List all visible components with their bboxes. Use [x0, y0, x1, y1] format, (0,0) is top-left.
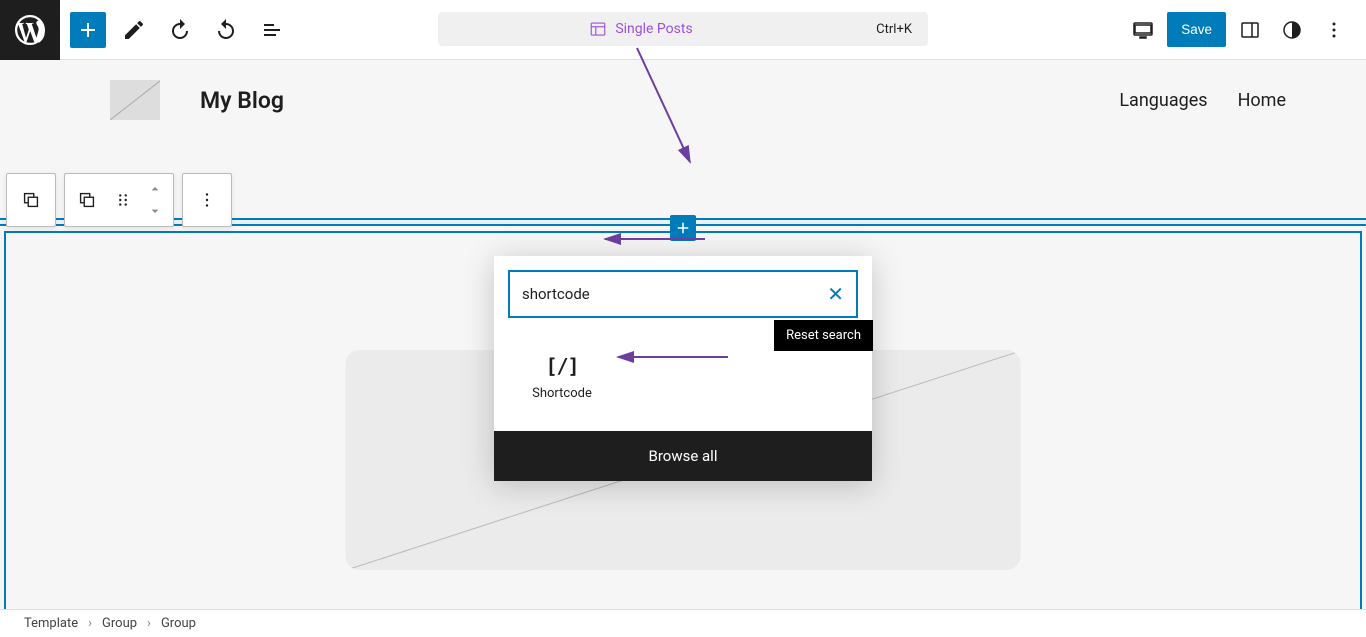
- save-button[interactable]: Save: [1167, 12, 1226, 47]
- options-button[interactable]: [1316, 12, 1352, 48]
- settings-sidebar-toggle[interactable]: [1232, 12, 1268, 48]
- parent-block-selector[interactable]: [6, 173, 56, 227]
- template-selector-area: Single Posts Ctrl+K: [438, 12, 928, 46]
- more-vertical-icon: [196, 189, 218, 211]
- list-view-icon: [260, 18, 284, 42]
- template-chip[interactable]: Single Posts Ctrl+K: [438, 12, 928, 46]
- template-label: Single Posts: [615, 21, 692, 37]
- block-options-toolbar: [182, 173, 232, 227]
- select-parent-button[interactable]: [13, 178, 49, 222]
- inserter-search-input[interactable]: [522, 285, 827, 303]
- wordpress-icon: [12, 12, 48, 48]
- block-options-button[interactable]: [189, 178, 225, 222]
- move-down-button[interactable]: [141, 200, 169, 222]
- clear-search-button[interactable]: ✕: [827, 282, 844, 306]
- site-header: My Blog Languages Home: [0, 60, 1366, 130]
- drag-handle[interactable]: [105, 178, 141, 222]
- inserter-result-label: Shortcode: [532, 386, 592, 401]
- inserter-result-shortcode[interactable]: [/] Shortcode: [508, 344, 616, 411]
- redo-icon: [214, 18, 238, 42]
- breadcrumb-item[interactable]: Group: [161, 616, 196, 631]
- styles-icon: [1280, 18, 1304, 42]
- editor-top-toolbar: Single Posts Ctrl+K Save: [0, 0, 1366, 60]
- breadcrumb-separator: ›: [147, 616, 151, 631]
- inserter-search-box: ✕: [508, 270, 858, 318]
- block-mover: [141, 178, 169, 222]
- chevron-up-icon: [147, 181, 163, 197]
- block-breadcrumb: Template › Group › Group: [0, 609, 1366, 637]
- block-toolbar-group: [6, 173, 232, 227]
- styles-button[interactable]: [1274, 12, 1310, 48]
- reset-search-tooltip: Reset search: [774, 320, 873, 351]
- site-logo-placeholder[interactable]: [110, 80, 160, 120]
- block-type-button[interactable]: [69, 178, 105, 222]
- plus-icon: [76, 18, 100, 42]
- group-icon: [20, 189, 42, 211]
- browse-all-button[interactable]: Browse all: [494, 431, 872, 481]
- right-toolbar: Save: [1125, 12, 1360, 48]
- site-title[interactable]: My Blog: [200, 87, 284, 114]
- wordpress-logo[interactable]: [0, 0, 60, 60]
- nav-link-home[interactable]: Home: [1238, 90, 1286, 111]
- document-overview-button[interactable]: [254, 12, 290, 48]
- nav-link-languages[interactable]: Languages: [1119, 90, 1207, 111]
- undo-button[interactable]: [162, 12, 198, 48]
- chevron-down-icon: [147, 203, 163, 219]
- breadcrumb-separator: ›: [88, 616, 92, 631]
- inline-inserter-button[interactable]: [670, 215, 696, 241]
- pencil-icon: [122, 18, 146, 42]
- undo-icon: [168, 18, 192, 42]
- group-icon: [76, 189, 98, 211]
- breadcrumb-item[interactable]: Group: [102, 616, 137, 631]
- block-toolbar: [64, 173, 174, 227]
- site-navigation: Languages Home: [1119, 90, 1286, 111]
- breadcrumb-item[interactable]: Template: [24, 616, 78, 631]
- redo-button[interactable]: [208, 12, 244, 48]
- more-vertical-icon: [1322, 18, 1346, 42]
- move-up-button[interactable]: [141, 178, 169, 200]
- desktop-icon: [1131, 18, 1155, 42]
- shortcode-icon: [/]: [545, 354, 578, 378]
- view-button[interactable]: [1125, 12, 1161, 48]
- editor-canvas: My Blog Languages Home: [0, 60, 1366, 609]
- block-inserter-toggle[interactable]: [70, 12, 106, 48]
- block-inserter-popover: ✕ Reset search [/] Shortcode Browse all: [494, 256, 872, 481]
- edit-tool-button[interactable]: [116, 12, 152, 48]
- shortcut-hint: Ctrl+K: [876, 22, 912, 37]
- template-icon: [589, 20, 607, 38]
- plus-icon: [674, 219, 692, 237]
- drag-icon: [112, 189, 134, 211]
- sidebar-icon: [1238, 18, 1262, 42]
